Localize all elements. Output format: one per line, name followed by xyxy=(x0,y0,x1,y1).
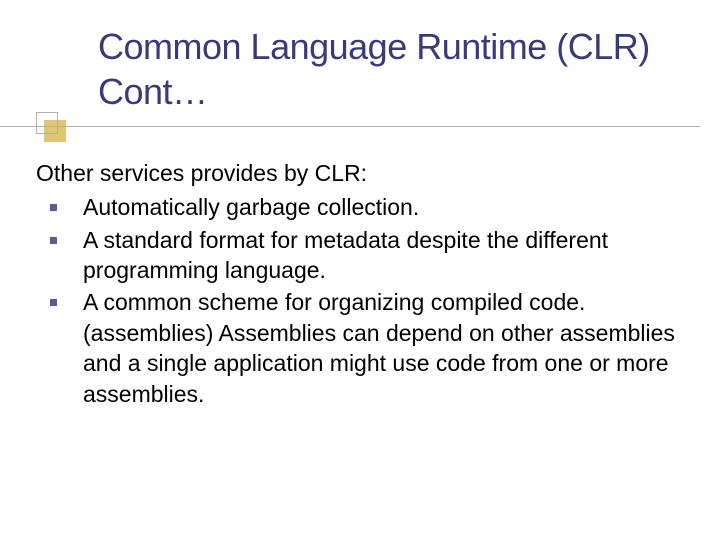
bullet-text: A common scheme for organizing compiled … xyxy=(83,287,680,408)
list-item: A standard format for metadata despite t… xyxy=(36,225,680,286)
bullet-text: Automatically garbage collection. xyxy=(83,192,680,222)
title-decoration xyxy=(0,116,720,144)
square-bullet-icon xyxy=(50,237,57,244)
square-bullet-icon xyxy=(50,299,57,306)
list-item: Automatically garbage collection. xyxy=(36,192,680,222)
accent-square-outline xyxy=(36,112,58,134)
square-bullet-icon xyxy=(50,204,57,211)
intro-text: Other services provides by CLR: xyxy=(36,158,680,188)
slide-title: Common Language Runtime (CLR) Cont… xyxy=(0,24,720,114)
slide-body: Other services provides by CLR: Automati… xyxy=(0,144,720,409)
bullet-text: A standard format for metadata despite t… xyxy=(83,225,680,286)
slide-header: Common Language Runtime (CLR) Cont… xyxy=(0,0,720,144)
list-item: A common scheme for organizing compiled … xyxy=(36,287,680,408)
horizontal-rule xyxy=(0,126,700,127)
